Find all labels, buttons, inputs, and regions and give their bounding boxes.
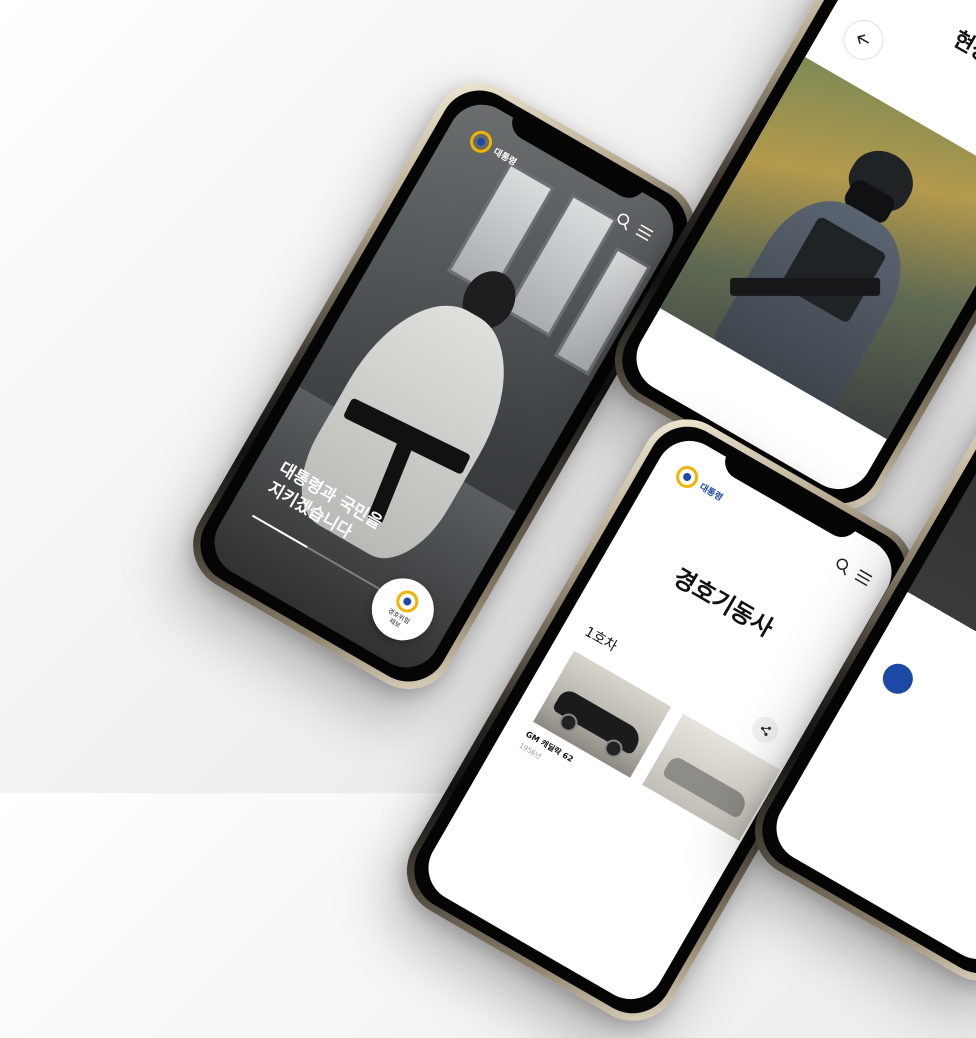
logo-emblem-icon bbox=[466, 126, 497, 157]
page-title: 경호기동사 bbox=[668, 563, 779, 643]
emblem-icon bbox=[877, 658, 919, 700]
search-icon[interactable] bbox=[613, 210, 635, 232]
guard-photo bbox=[660, 57, 976, 447]
share-icon bbox=[760, 726, 772, 737]
site-logo[interactable]: 대통령 bbox=[466, 126, 522, 172]
header-icons bbox=[832, 555, 875, 589]
page-title: 현장 bbox=[948, 26, 976, 69]
section-label: 1호차 bbox=[581, 623, 620, 656]
rifle bbox=[730, 277, 881, 296]
logo-emblem-icon bbox=[672, 461, 703, 493]
site-logo[interactable]: 대통령 bbox=[672, 461, 728, 507]
header-icons bbox=[613, 210, 656, 244]
car-photo bbox=[533, 650, 672, 778]
car-body bbox=[661, 754, 750, 820]
arrow-left-icon bbox=[857, 34, 870, 44]
share-button[interactable] bbox=[747, 712, 783, 748]
menu-icon[interactable] bbox=[634, 222, 656, 244]
back-button[interactable] bbox=[836, 12, 891, 68]
logo-text: 대통령 bbox=[697, 481, 725, 504]
search-icon[interactable] bbox=[832, 555, 854, 577]
menu-icon[interactable] bbox=[853, 567, 875, 589]
